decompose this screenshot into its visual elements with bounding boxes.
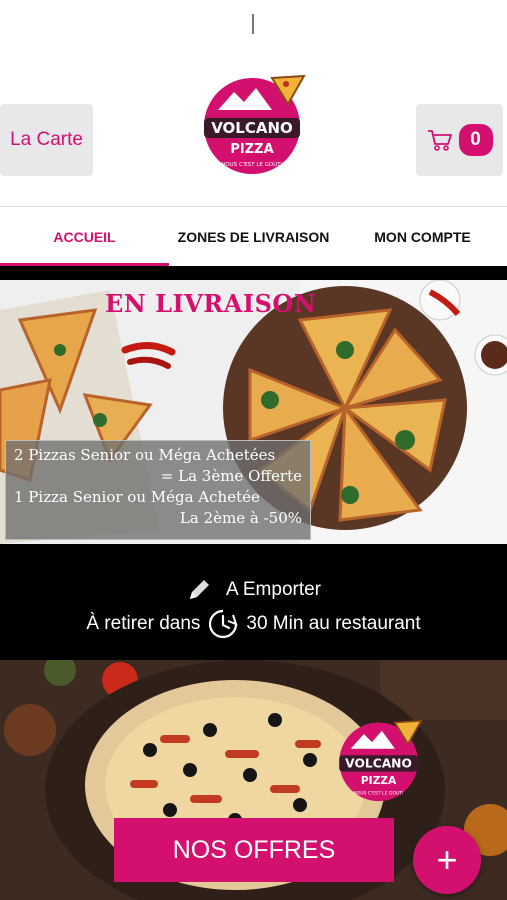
offer-line-3: 1 Pizza Senior ou Méga Achetée [14,488,260,506]
promo-offer-box: 2 Pizzas Senior ou Méga Achetées = La 3è… [5,440,311,540]
la-carte-label: La Carte [10,129,83,150]
tab-accueil[interactable]: ACCUEIL [0,207,169,266]
pencil-icon [189,580,209,599]
svg-text:PIZZA: PIZZA [230,142,273,157]
offer-line-4: La 2ème à -50% [179,509,302,527]
offer-line-1: 2 Pizzas Senior ou Méga Achetées [14,446,276,464]
svg-text:PIZZA: PIZZA [361,774,397,787]
takeaway-title: A Emporter [225,579,322,600]
plus-icon: + [436,839,458,880]
takeaway-title-row: A Emporter [0,577,507,603]
cart-button[interactable]: 0 [416,104,503,176]
svg-text:NOUS C'EST LE GOUT!: NOUS C'EST LE GOUT! [221,162,283,168]
takeaway-post-text: 30 Min au restaurant [246,613,421,634]
cart-count-badge: 0 [458,124,493,156]
nos-offres-button[interactable]: NOS OFFRES [114,818,394,882]
volcano-pizza-logo-small: VOLCANO PIZZA NOUS C'EST LE GOUT! [339,719,423,802]
cart-icon [427,130,452,151]
takeaway-info-row: À retirer dans 30 Min au restaurant [0,607,507,641]
svg-text:VOLCANO: VOLCANO [345,757,412,771]
main-tabs: ACCUEIL ZONES DE LIVRAISON MON COMPTE [0,206,507,266]
volcano-pizza-logo[interactable]: VOLCANO PIZZA NOUS C'EST LE GOUT! [200,70,310,180]
tab-zones-de-livraison[interactable]: ZONES DE LIVRAISON [169,207,338,266]
offer-line-2: = La 3ème Offerte [160,467,302,485]
la-carte-button[interactable]: La Carte [0,104,93,176]
add-fab-button[interactable]: + [413,826,481,894]
tab-mon-compte[interactable]: MON COMPTE [338,207,507,266]
promo-title: EN LIVRAISON [105,289,317,318]
svg-text:NOUS C'EST LE GOUT!: NOUS C'EST LE GOUT! [353,791,404,797]
svg-text:VOLCANO: VOLCANO [211,119,293,137]
takeaway-pre-text: À retirer dans [86,613,201,634]
clock-icon [209,609,239,639]
status-indicator [252,14,254,34]
